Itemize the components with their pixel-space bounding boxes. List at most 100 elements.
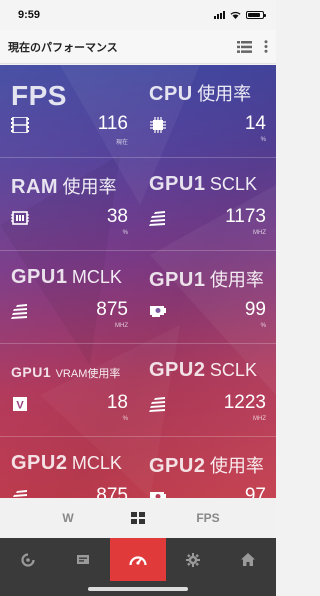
status-icons	[214, 11, 266, 19]
home-icon	[241, 553, 256, 566]
app-header: 現在のパフォーマンス	[0, 30, 276, 64]
stat-label: GPU1 VRAM使用率	[11, 364, 120, 382]
speed-lines-icon	[11, 304, 27, 319]
status-time: 9:59	[18, 9, 41, 21]
stat-name: CPU	[149, 83, 193, 105]
stat-name: GPU1	[149, 269, 206, 291]
stat-label: FPS	[11, 80, 67, 112]
stat-name: GPU1	[149, 173, 206, 195]
speed-lines-icon	[13, 490, 27, 497]
stat-label: GPU1 使用率	[149, 266, 264, 292]
view-switcher: W FPS	[0, 498, 276, 538]
stat-value: 38	[106, 206, 128, 227]
stat-value: 875	[96, 485, 128, 498]
stats-row: GPU2 MCLK 875 GPU2 使用率 97	[0, 437, 276, 498]
film-icon	[11, 117, 29, 133]
svg-text:V: V	[16, 400, 24, 412]
refresh-icon	[21, 552, 35, 567]
stat-suffix: VRAM使用率	[55, 368, 121, 380]
stat-value: 1223	[223, 392, 266, 413]
stat-label: GPU2 SCLK	[149, 359, 257, 382]
stat-unit: MHZ	[115, 323, 128, 329]
stat-value: 18	[106, 392, 128, 413]
tab-fps[interactable]: FPS	[193, 511, 223, 525]
stat-suffix: SCLK	[209, 360, 257, 380]
stat-name: GPU2	[11, 452, 68, 474]
cpu-chip-icon	[150, 117, 166, 133]
stat-value: 875	[96, 299, 128, 320]
battery-icon	[246, 11, 266, 19]
grid-icon[interactable]	[131, 512, 145, 524]
stat-gpu1-sclk[interactable]: GPU1 SCLK 1173 MHZ	[138, 158, 276, 250]
stat-gpu2-sclk[interactable]: GPU2 SCLK 1223 MHZ	[138, 344, 276, 436]
stat-name: GPU1	[11, 364, 52, 380]
performance-grid: FPS 116 現在 CPU 使用率 14 % RAM 使用率 38 % GPU…	[0, 65, 276, 498]
page-title: 現在のパフォーマンス	[8, 41, 118, 54]
status-bar: 9:59	[0, 0, 276, 30]
stat-name: GPU1	[11, 266, 68, 288]
stat-label: CPU 使用率	[149, 80, 251, 106]
stat-value: 99	[244, 299, 266, 320]
bottom-tab-bar	[0, 538, 276, 581]
tab-receipt[interactable]	[55, 538, 110, 581]
stat-unit: %	[260, 137, 266, 143]
stat-name: RAM	[11, 176, 59, 198]
stat-name: FPS	[11, 80, 67, 111]
stat-gpu1-usage[interactable]: GPU1 使用率 99 %	[138, 251, 276, 343]
receipt-icon	[76, 555, 89, 564]
graphics-card-icon	[150, 492, 166, 498]
stat-suffix: 使用率	[197, 84, 252, 104]
stat-suffix: 使用率	[62, 177, 117, 197]
stat-suffix: 使用率	[209, 456, 264, 476]
stat-unit: %	[122, 230, 128, 236]
stats-row: FPS 116 現在 CPU 使用率 14 %	[0, 65, 276, 158]
stat-gpu1-vram-usage[interactable]: GPU1 VRAM使用率 V 18 %	[0, 344, 138, 436]
stats-row: RAM 使用率 38 % GPU1 SCLK 1173 MHZ	[0, 158, 276, 251]
stat-cpu-usage[interactable]: CPU 使用率 14 %	[138, 65, 276, 157]
stat-suffix: 使用率	[209, 270, 264, 290]
tab-settings[interactable]	[166, 538, 221, 581]
vram-icon: V	[13, 397, 27, 412]
home-indicator[interactable]	[88, 587, 188, 591]
gear-icon	[186, 552, 201, 567]
tab-watt[interactable]: W	[53, 511, 83, 525]
signal-icon	[214, 11, 225, 19]
stat-label: GPU1 SCLK	[149, 173, 257, 196]
stat-gpu2-usage[interactable]: GPU2 使用率 97	[138, 437, 276, 498]
stat-label: GPU2 MCLK	[11, 452, 122, 475]
stat-suffix: MCLK	[71, 453, 122, 473]
stat-gpu2-mclk[interactable]: GPU2 MCLK 875	[0, 437, 138, 498]
stat-label: GPU2 使用率	[149, 452, 264, 478]
tab-home[interactable]	[221, 538, 276, 581]
graphics-card-icon	[150, 306, 166, 317]
stat-label: GPU1 MCLK	[11, 266, 122, 289]
stat-suffix: MCLK	[71, 267, 122, 287]
stat-unit: %	[260, 323, 266, 329]
stat-label: RAM 使用率	[11, 173, 117, 199]
stat-name: GPU2	[149, 359, 206, 381]
more-options-icon[interactable]	[264, 40, 268, 53]
stats-row: GPU1 VRAM使用率 V 18 % GPU2 SCLK 1223 MHZ	[0, 344, 276, 437]
tab-refresh[interactable]	[0, 538, 55, 581]
stat-gpu1-mclk[interactable]: GPU1 MCLK 875 MHZ	[0, 251, 138, 343]
stat-name: GPU2	[149, 455, 206, 477]
stat-suffix: SCLK	[209, 174, 257, 194]
stats-row: GPU1 MCLK 875 MHZ GPU1 使用率 99 %	[0, 251, 276, 344]
gauge-icon	[129, 555, 147, 565]
home-indicator-area	[0, 581, 276, 596]
stat-unit: %	[122, 416, 128, 422]
speed-lines-icon	[149, 211, 165, 226]
stat-ram-usage[interactable]: RAM 使用率 38 %	[0, 158, 138, 250]
wifi-icon	[230, 11, 241, 19]
stat-value: 14	[244, 113, 266, 134]
stat-unit: MHZ	[253, 416, 266, 422]
stat-value: 1173	[225, 206, 266, 227]
memory-module-icon	[11, 211, 29, 225]
stat-value: 116	[97, 113, 128, 134]
stat-unit: 現在	[115, 140, 128, 146]
stat-value: 97	[244, 485, 266, 498]
stat-fps[interactable]: FPS 116 現在	[0, 65, 138, 157]
speed-lines-icon	[149, 397, 165, 412]
list-view-icon[interactable]	[237, 40, 252, 53]
tab-performance[interactable]	[110, 538, 166, 581]
